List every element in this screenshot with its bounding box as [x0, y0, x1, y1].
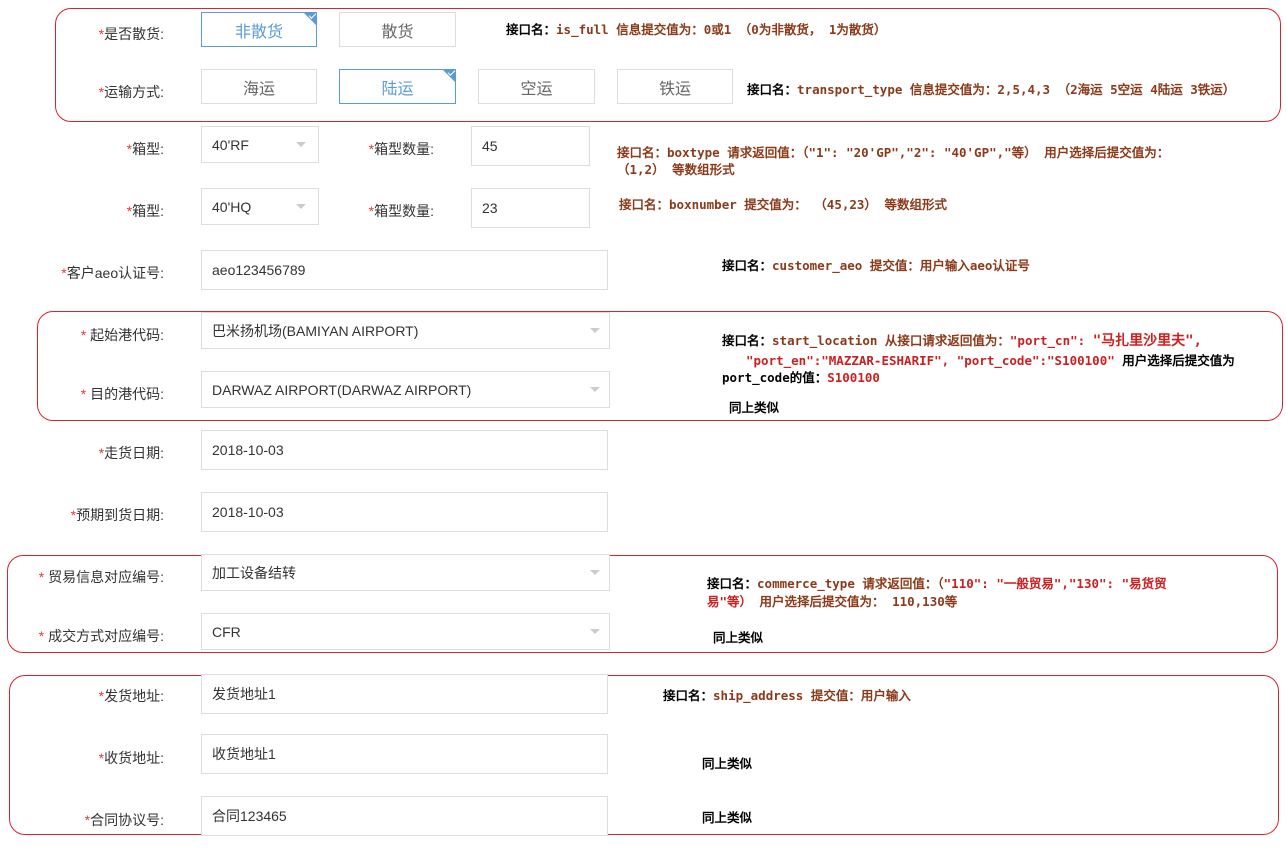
chevron-down-icon: [590, 328, 600, 333]
annotation-frame-trade: [7, 555, 1278, 653]
note-ship-address: 接口名：ship_address 提交值：用户输入: [663, 688, 911, 703]
note-boxnumber: 接口名：boxnumber 提交值为： （45,23） 等数组形式: [619, 197, 947, 212]
ship-date-label: *走货日期:: [98, 445, 164, 461]
note-deal-same: 同上类似: [713, 630, 764, 645]
start-port-label: * 起始港代码:: [80, 327, 164, 343]
note-is-full: 接口名：is_full 信息提交值为：0或1 （0为非散货， 1为散货）: [506, 22, 887, 37]
trade-code-select[interactable]: 加工设备结转: [201, 554, 610, 591]
boxnumber-input-1[interactable]: 45: [471, 126, 590, 166]
note-commerce-type-2: 易"等） 用户选择后提交值为： 110,130等: [707, 594, 958, 609]
note-commerce-type: 接口名：commerce_type 请求返回值：（"110": "一般贸易","…: [707, 576, 1167, 591]
contract-no-input[interactable]: 合同123465: [201, 796, 608, 836]
chevron-down-icon: [296, 204, 306, 209]
ship-address-input[interactable]: 发货地址1: [201, 674, 608, 714]
bulk-label: *是否散货:: [98, 26, 164, 42]
note-transport-type: 接口名：transport_type 信息提交值为：2,5,4,3 （2海运 5…: [747, 82, 1236, 97]
boxnumber-input-2[interactable]: 23: [471, 188, 590, 228]
recv-address-input[interactable]: 收货地址1: [201, 734, 608, 774]
ship-date-input[interactable]: 2018-10-03: [201, 430, 608, 470]
ship-address-label: *发货地址:: [98, 688, 164, 704]
trade-code-label: * 贸易信息对应编号:: [38, 569, 164, 585]
boxtype-label-2: *箱型:: [126, 203, 164, 219]
recv-address-label: *收货地址:: [98, 750, 164, 766]
option-bulk[interactable]: 散货: [339, 12, 456, 47]
option-rail[interactable]: 铁运: [617, 69, 733, 104]
start-port-select[interactable]: 巴米扬机场(BAMIYAN AIRPORT): [201, 312, 610, 349]
boxnumber-label-1: *箱型数量:: [368, 141, 434, 157]
expected-date-input[interactable]: 2018-10-03: [201, 492, 608, 532]
boxnumber-label-2: *箱型数量:: [368, 203, 434, 219]
note-boxtype-2: （1,2） 等数组形式: [617, 162, 735, 177]
chevron-down-icon: [590, 387, 600, 392]
chevron-down-icon: [296, 142, 306, 147]
contract-no-label: *合同协议号:: [84, 812, 164, 828]
option-land[interactable]: 陆运: [339, 69, 456, 104]
boxtype-label-1: *箱型:: [126, 141, 164, 157]
annotation-frame-address: [9, 675, 1279, 835]
note-dest-same: 同上类似: [729, 400, 780, 415]
note-customer-aeo: 接口名：customer_aeo 提交值：用户输入aeo认证号: [722, 258, 1030, 273]
note-boxtype: 接口名：boxtype 请求返回值：（"1": "20'GP","2": "40…: [617, 145, 1170, 160]
note-start-location-3: port_code的值：S100100: [722, 370, 880, 385]
note-start-location-2: "port_en":"MAZZAR-ESHARIF", "port_code":…: [746, 353, 1235, 368]
expected-date-label: *预期到货日期:: [70, 507, 164, 523]
chevron-down-icon: [590, 570, 600, 575]
dest-port-label: * 目的港代码:: [80, 386, 164, 402]
selected-check-icon: [303, 12, 317, 26]
option-sea[interactable]: 海运: [201, 69, 317, 104]
dest-port-select[interactable]: DARWAZ AIRPORT(DARWAZ AIRPORT): [201, 371, 610, 408]
note-contract-same: 同上类似: [702, 810, 753, 825]
customer-aeo-input[interactable]: aeo123456789: [201, 250, 608, 290]
deal-code-label: * 成交方式对应编号:: [38, 628, 164, 644]
chevron-down-icon: [590, 629, 600, 634]
selected-check-icon: [442, 69, 456, 83]
deal-code-select[interactable]: CFR: [201, 613, 610, 650]
note-start-location: 接口名：start_location 从接口请求返回值为："port_cn": …: [722, 333, 1202, 349]
option-non-bulk[interactable]: 非散货: [201, 12, 317, 47]
note-recv-same: 同上类似: [702, 756, 753, 771]
option-air[interactable]: 空运: [478, 69, 595, 104]
boxtype-select-2[interactable]: 40'HQ: [201, 188, 319, 225]
customer-aeo-label: *客户aeo认证号:: [61, 265, 164, 281]
transport-label: *运输方式:: [98, 84, 164, 100]
boxtype-select-1[interactable]: 40'RF: [201, 126, 319, 163]
